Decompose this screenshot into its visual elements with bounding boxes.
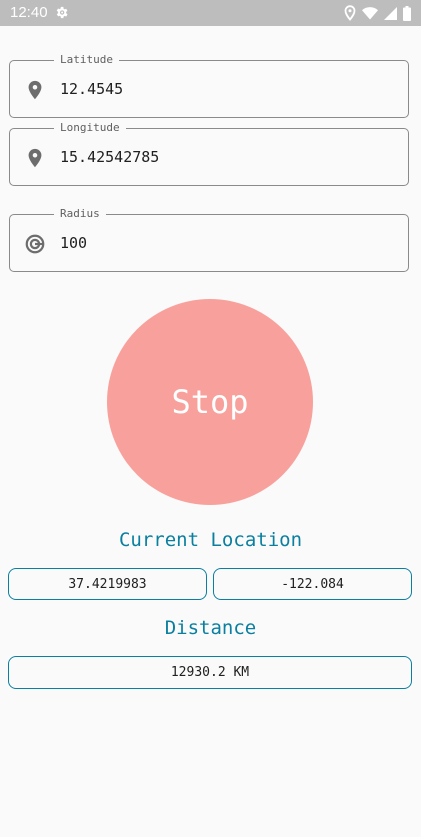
gear-icon	[56, 6, 68, 19]
latitude-field[interactable]: Latitude	[9, 52, 409, 118]
stop-button[interactable]: Stop	[107, 299, 313, 505]
radius-field[interactable]: Radius	[9, 206, 409, 272]
distance-title: Distance	[164, 617, 257, 639]
distance-value: 12930.2 KM	[8, 656, 412, 689]
latitude-label: Latitude	[54, 52, 119, 68]
longitude-field[interactable]: Longitude	[9, 120, 409, 186]
signal-icon	[384, 6, 397, 20]
location-icon	[344, 5, 356, 21]
battery-icon	[403, 5, 411, 21]
radius-target-icon	[25, 234, 45, 254]
current-location-title: Current Location	[118, 529, 303, 551]
radius-label: Radius	[54, 206, 106, 222]
status-bar: 12:40	[0, 0, 421, 26]
latitude-input[interactable]	[60, 80, 390, 98]
longitude-input[interactable]	[60, 148, 390, 166]
status-icons	[344, 5, 411, 21]
location-pin-icon	[28, 148, 42, 168]
status-time: 12:40	[10, 4, 48, 21]
current-latitude-value: 37.4219983	[8, 568, 207, 600]
wifi-icon	[362, 7, 378, 20]
current-longitude-value: -122.084	[213, 568, 412, 600]
location-pin-icon	[28, 80, 42, 100]
longitude-label: Longitude	[54, 120, 126, 136]
radius-input[interactable]	[60, 234, 390, 252]
